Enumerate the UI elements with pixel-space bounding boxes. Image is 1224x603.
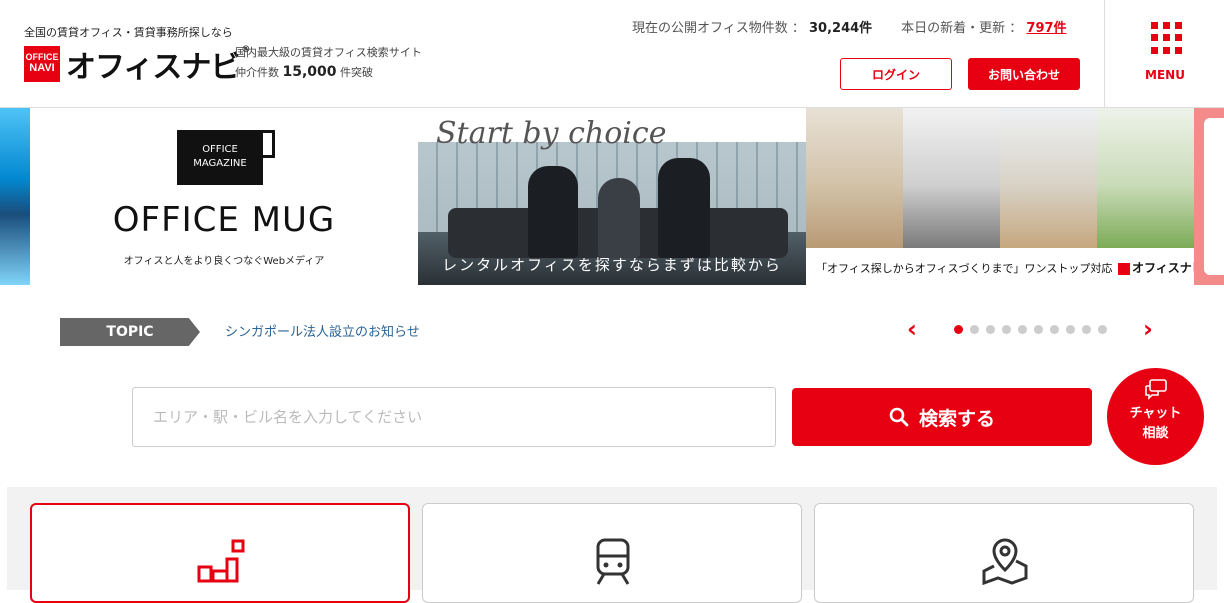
login-button[interactable]: ログイン [840,58,952,90]
menu-label: MENU [1145,68,1185,82]
mini-logo-icon [1118,262,1130,275]
mug-subtitle: オフィスと人をより良くつなぐWebメディア [123,256,325,267]
topic-bar: TOPIC [60,318,210,346]
carousel-dot[interactable] [1050,325,1059,334]
mug-box-line1: OFFICE [202,144,238,155]
banner-prev-peek[interactable] [0,108,30,285]
new-count-link[interactable]: 797件 [1026,21,1066,36]
map-pin-icon [982,538,1028,586]
search-icon [889,407,909,427]
search-by-map-card[interactable] [814,503,1194,603]
contact-button[interactable]: お問い合わせ [968,58,1080,90]
chat-line2: 相談 [1142,426,1169,441]
carousel-dot[interactable] [1034,325,1043,334]
carousel-dot[interactable] [1018,325,1027,334]
banner-office-making[interactable]: 「オフィス探しからオフィスづくりまで」ワンストップ対応 オフィスナビ [806,108,1204,285]
property-stats: 現在の公開オフィス物件数 ： 30,244件 本日の新着・更新 ： 797件 [632,17,1067,36]
site-logo-text: オフィスナビ [66,50,240,85]
search-input[interactable] [132,387,776,447]
search-button-label: 検索する [918,407,995,430]
site-logo[interactable]: オフィスナビ ® [66,42,250,86]
chat-consult-button[interactable]: チャット 相談 [1107,368,1204,465]
topic-badge: TOPIC [60,318,200,346]
train-icon [596,538,630,585]
chevron-left-icon[interactable]: ‹ [900,317,924,342]
new-count-label: 本日の新着・更新 ： [901,21,1023,36]
office-area-icon [197,539,245,583]
menu-button[interactable]: MENU [1104,0,1224,108]
office-navi-logo-mark[interactable]: OFFICE NAVI [24,46,60,82]
deals-count: 仲介件数 15,000 件突破 [235,64,373,80]
office-magazine-logo: OFFICE MAGAZINE [177,130,263,185]
carousel-dot[interactable] [1002,325,1011,334]
site-subtitle: 国内最大級の賃貸オフィス検索サイト [235,46,422,59]
site-header: 全国の賃貸オフィス・賃貸事務所探しなら OFFICE NAVI オフィスナビ ® … [0,0,1224,108]
search-button[interactable]: 検索する [792,388,1092,446]
room-photo [1000,108,1097,248]
deals-suffix: 件突破 [340,66,374,79]
public-count: 30,244件 [809,21,873,36]
logo-mark-line2: NAVI [29,62,55,74]
carousel-dot[interactable] [986,325,995,334]
carousel-dots [954,325,1107,334]
chat-bubble-icon [1144,379,1167,400]
search-by-train-card[interactable] [422,503,802,603]
photo-caption: レンタルオフィスを探すならまずは比較から [442,256,782,274]
carousel-dot[interactable] [970,325,979,334]
rooms-caption: 「オフィス探しからオフィスづくりまで」ワンストップ対応 [816,262,1113,275]
room-photo [903,108,1000,248]
banner-rental-office[interactable]: Start by choice レンタルオフィスを探すならまずは比較から [418,108,806,285]
chat-line1: チャット [1129,406,1182,421]
deals-number: 15,000 [282,64,337,80]
public-count-label: 現在の公開オフィス物件数 ： [632,21,805,36]
search-by-area-card[interactable] [30,503,410,603]
carousel-dot[interactable] [1082,325,1091,334]
banner-office-mug[interactable]: OFFICE MAGAZINE OFFICE MUG オフィスと人をより良くつな… [30,108,418,285]
mug-box-line2: MAGAZINE [193,158,247,169]
deals-prefix: 仲介件数 [235,66,279,79]
photo-people [508,158,728,258]
banner-carousel: OFFICE MAGAZINE OFFICE MUG オフィスと人をより良くつな… [0,108,1224,285]
mug-title: OFFICE MUG [112,200,336,240]
carousel-dot[interactable] [1098,325,1107,334]
topic-link[interactable]: シンガポール法人設立のお知らせ [225,321,420,340]
mug-handle-icon [263,130,275,158]
room-photo [1097,108,1194,248]
room-photo [806,108,903,248]
chevron-right-icon[interactable]: › [1136,317,1160,342]
rooms-logo-text: オフィスナビ [1132,261,1204,275]
banner-next-peek[interactable] [1194,108,1224,285]
menu-grid-icon [1151,22,1183,54]
carousel-dot[interactable] [954,325,963,334]
rooms-logo: オフィスナビ [1118,259,1204,276]
carousel-dot[interactable] [1066,325,1075,334]
site-tagline: 全国の賃貸オフィス・賃貸事務所探しなら [24,26,233,39]
photo-script-text: Start by choice [436,116,667,151]
